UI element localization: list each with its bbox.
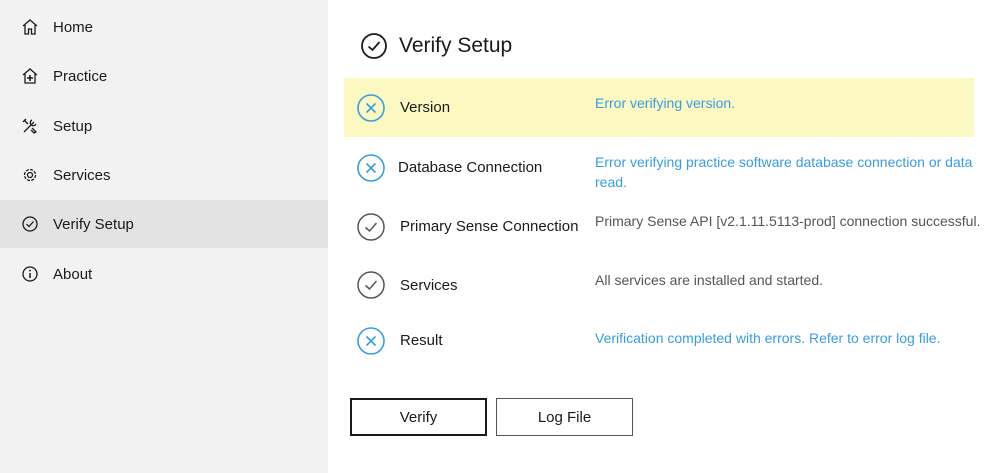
check-circle-icon: [361, 33, 387, 59]
gear-icon: [20, 165, 40, 185]
check-row-database-connection: Database Connection Error verifying prac…: [344, 150, 974, 194]
practice-icon: [20, 66, 40, 86]
check-label: Primary Sense Connection: [400, 218, 579, 235]
check-message: Verification completed with errors. Refe…: [595, 330, 941, 346]
check-row-result: Result Verification completed with error…: [344, 324, 974, 358]
sidebar-item-label: Verify Setup: [53, 215, 134, 233]
check-label: Database Connection: [398, 159, 543, 176]
sidebar-item-label: Practice: [53, 67, 108, 85]
error-circle-icon: [357, 94, 385, 122]
sidebar-item-home[interactable]: Home: [0, 3, 328, 51]
verify-button[interactable]: Verify: [350, 398, 487, 436]
tools-icon: [20, 116, 40, 136]
sidebar-item-label: About: [53, 265, 93, 283]
check-label: Version: [400, 99, 451, 116]
check-message: Error verifying version.: [595, 95, 736, 111]
sidebar-item-label: Home: [53, 18, 94, 36]
sidebar-item-practice[interactable]: Practice: [0, 52, 328, 100]
sidebar-item-verify-setup[interactable]: Verify Setup: [0, 200, 328, 248]
sidebar-item-label: Services: [53, 166, 111, 184]
sidebar: Home Practice Setup Services Verify Setu…: [0, 0, 328, 473]
sidebar-item-services[interactable]: Services: [0, 151, 328, 199]
log-file-button[interactable]: Log File: [496, 398, 633, 436]
check-message: Primary Sense API [v2.1.11.5113-prod] co…: [595, 213, 981, 229]
check-circle-icon: [20, 214, 40, 234]
sidebar-item-about[interactable]: About: [0, 250, 328, 298]
check-row-version: Version Error verifying version.: [344, 78, 974, 137]
main-panel: Verify Setup Version Error verifying ver…: [328, 0, 1000, 473]
info-icon: [20, 264, 40, 284]
check-row-services: Services All services are installed and …: [344, 268, 974, 302]
error-circle-icon: [357, 327, 385, 355]
check-message: All services are installed and started.: [595, 272, 823, 288]
error-circle-icon: [357, 154, 385, 182]
check-row-primary-sense-connection: Primary Sense Connection Primary Sense A…: [344, 209, 980, 253]
sidebar-item-setup[interactable]: Setup: [0, 102, 328, 150]
check-label: Result: [400, 332, 443, 349]
check-circle-icon: [357, 213, 385, 241]
home-icon: [20, 17, 40, 37]
check-circle-icon: [357, 271, 385, 299]
page-title: Verify Setup: [399, 34, 513, 57]
check-message: Error verifying practice software databa…: [595, 154, 973, 190]
check-label: Services: [400, 277, 458, 294]
sidebar-item-label: Setup: [53, 117, 93, 135]
